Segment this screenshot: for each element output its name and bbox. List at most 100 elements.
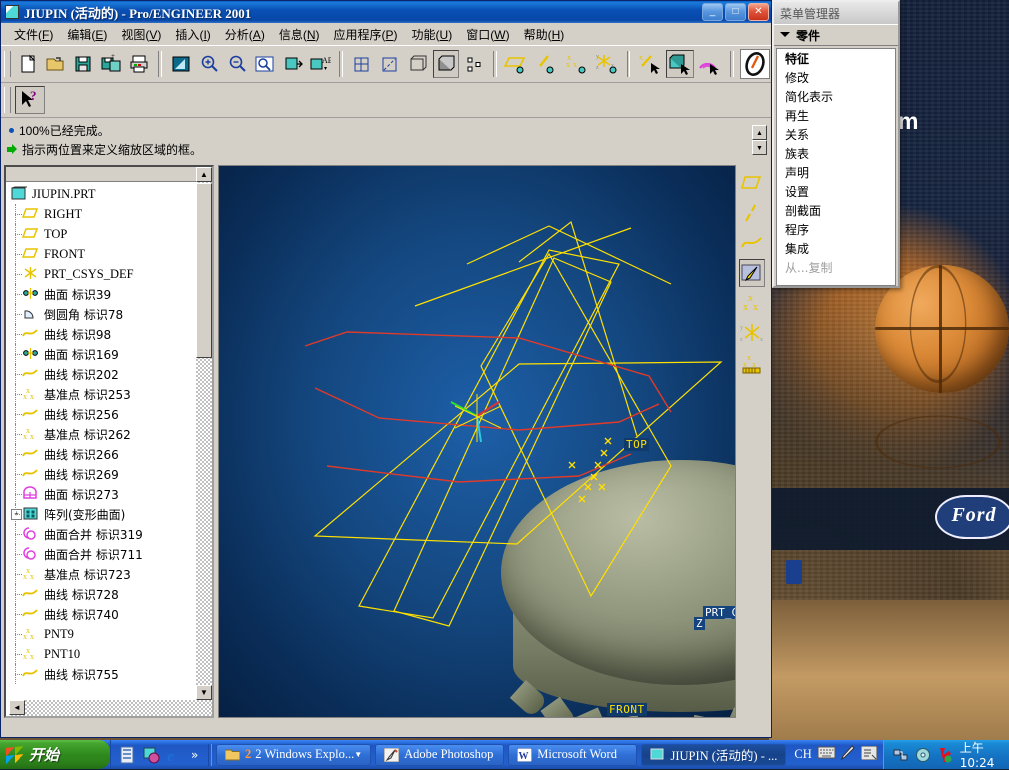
tree-item-right[interactable]: RIGHT [10, 204, 212, 224]
menu-window[interactable]: 窗口(W) [459, 24, 516, 45]
menu-item-relations[interactable]: 关系 [777, 125, 895, 144]
taskbar-button-windows-explorer[interactable]: 2 2 Windows Explo... ▼ [216, 743, 372, 766]
datum-axis-display-icon[interactable] [377, 50, 403, 78]
save-icon[interactable] [70, 50, 96, 78]
menu-view[interactable]: 视图(V) [114, 24, 168, 45]
save-copy-icon[interactable]: + [98, 50, 124, 78]
refit-icon[interactable] [252, 50, 278, 78]
model-tree-panel[interactable]: JIUPIN.PRT RIGHT TOP FRONT PRT_CSYS_DEF [4, 165, 214, 718]
datum-curve-create-icon[interactable] [739, 229, 765, 257]
taskbar-button-word[interactable]: W Microsoft Word [508, 743, 638, 766]
menu-edit[interactable]: 编辑(E) [60, 24, 114, 45]
menu-help[interactable]: 帮助(H) [517, 24, 572, 45]
plane-select-icon[interactable] [503, 50, 531, 78]
datum-plane-create-icon[interactable] [739, 169, 765, 197]
menu-file[interactable]: 文件(F) [7, 24, 60, 45]
message-scroll-down-button[interactable]: ▼ [752, 140, 767, 155]
tree-item-point-262[interactable]: xxx 基准点 标识262 [10, 424, 212, 444]
menu-utilities[interactable]: 功能(U) [405, 24, 460, 45]
internet-explorer-icon[interactable]: e [166, 746, 184, 765]
pencil-edit-icon[interactable] [740, 49, 770, 79]
window-titlebar[interactable]: JIUPIN (活动的) - Pro/ENGINEER 2001 _ □ ✕ [1, 1, 771, 23]
scroll-up-button[interactable]: ▲ [196, 167, 212, 182]
menu-item-program[interactable]: 程序 [777, 220, 895, 239]
tree-item-surface-39[interactable]: 曲面 标识39 [10, 284, 212, 304]
message-scroll-up-button[interactable]: ▲ [752, 125, 767, 140]
toolbar-grip[interactable] [4, 87, 11, 113]
menu-info[interactable]: 信息(N) [272, 24, 327, 45]
antivirus-icon[interactable] [937, 747, 953, 763]
ime-toolbar[interactable]: CH [788, 744, 882, 766]
arc-pick-icon[interactable] [696, 50, 724, 78]
chevron-down-icon[interactable]: ▼ [354, 750, 362, 759]
surface-pick-icon[interactable] [666, 50, 695, 78]
tree-item-top[interactable]: TOP [10, 224, 212, 244]
layer-display-icon[interactable] [461, 50, 487, 78]
ime-language-label[interactable]: CH [794, 747, 811, 762]
tree-item-curve-269[interactable]: 曲线 标识269 [10, 464, 212, 484]
show-desktop-icon[interactable] [118, 746, 136, 764]
tree-item-point-253[interactable]: xxx 基准点 标识253 [10, 384, 212, 404]
point-select-icon[interactable]: xxx [563, 50, 591, 78]
wireframe-icon[interactable] [405, 50, 431, 78]
datum-point-create-icon[interactable]: xxx [739, 289, 765, 317]
datum-evaluate-icon[interactable]: xxx [739, 349, 765, 377]
menu-item-declare[interactable]: 声明 [777, 163, 895, 182]
csys-create-icon[interactable]: yz x [739, 319, 765, 347]
menu-manager-window[interactable]: 菜单管理器 零件 特征 修改 简化表示 再生 关系 族表 声明 设置 剖截面 程… [772, 0, 900, 288]
print-icon[interactable] [126, 50, 152, 78]
tree-item-curve-755[interactable]: 曲线 标识755 [10, 664, 212, 684]
scroll-thumb[interactable] [196, 183, 212, 358]
scroll-left-button[interactable]: ◄ [9, 700, 25, 715]
tree-root-item[interactable]: JIUPIN.PRT [10, 184, 212, 204]
menu-item-setup[interactable]: 设置 [777, 182, 895, 201]
menu-insert[interactable]: 插入(I) [168, 24, 217, 45]
tree-item-curve-98[interactable]: 曲线 标识98 [10, 324, 212, 344]
menu-item-xsection[interactable]: 剖截面 [777, 201, 895, 220]
new-file-icon[interactable] [15, 50, 41, 78]
csys-select-icon[interactable]: yzx [593, 50, 621, 78]
tree-item-curve-256[interactable]: 曲线 标识256 [10, 404, 212, 424]
model-tree-vertical-scrollbar[interactable]: ▲ ▼ [196, 167, 212, 716]
menu-item-simplified-rep[interactable]: 简化表示 [777, 87, 895, 106]
menu-manager-submenu-header[interactable]: 零件 [774, 24, 898, 46]
minimize-button[interactable]: _ [702, 3, 723, 21]
tree-item-round-78[interactable]: 倒圆角 标识78 [10, 304, 212, 324]
line-select-icon[interactable] [533, 50, 561, 78]
tree-item-pnt10[interactable]: xxx PNT10 [10, 644, 212, 664]
media-player-icon[interactable] [142, 746, 160, 764]
shade-insert-icon[interactable] [280, 50, 306, 78]
ime-pad-icon[interactable] [860, 745, 878, 764]
tree-item-front[interactable]: FRONT [10, 244, 212, 264]
pen-icon[interactable] [840, 745, 855, 764]
zoom-in-icon[interactable] [196, 50, 222, 78]
tree-expand-toggle[interactable]: + [11, 509, 22, 520]
menu-item-regenerate[interactable]: 再生 [777, 106, 895, 125]
start-button[interactable]: 开始 [0, 740, 110, 769]
tree-item-curve-202[interactable]: 曲线 标识202 [10, 364, 212, 384]
maximize-button[interactable]: □ [725, 3, 746, 21]
tree-item-surface-169[interactable]: 曲面 标识169 [10, 344, 212, 364]
open-file-icon[interactable] [43, 50, 69, 78]
menu-item-modify[interactable]: 修改 [777, 68, 895, 87]
menu-applications[interactable]: 应用程序(P) [327, 24, 405, 45]
tree-item-surface-273[interactable]: 曲面 标识273 [10, 484, 212, 504]
menu-item-family-table[interactable]: 族表 [777, 144, 895, 163]
repaint-icon[interactable] [168, 50, 194, 78]
tree-item-pattern[interactable]: + 阵列(变形曲面) [10, 504, 212, 524]
tree-item-csys[interactable]: PRT_CSYS_DEF [10, 264, 212, 284]
help-pointer-icon[interactable]: ? [15, 86, 45, 114]
network-icon[interactable] [893, 747, 909, 763]
taskbar-button-photoshop[interactable]: Adobe Photoshop [375, 743, 505, 766]
menu-item-integrate[interactable]: 集成 [777, 239, 895, 258]
keyboard-icon[interactable] [817, 746, 836, 763]
menu-item-feature[interactable]: 特征 [777, 49, 895, 68]
datum-axis-create-icon[interactable] [739, 199, 765, 227]
text-annotate-icon[interactable]: AB [308, 50, 334, 78]
quicklaunch-overflow-icon[interactable]: » [191, 748, 198, 762]
menu-analysis[interactable]: 分析(A) [218, 24, 272, 45]
tree-item-pnt9[interactable]: xxx PNT9 [10, 624, 212, 644]
shading-icon[interactable] [432, 50, 459, 78]
tree-item-merge-711[interactable]: 曲面合并 标识711 [10, 544, 212, 564]
curve-pick-icon[interactable]: x [636, 50, 664, 78]
